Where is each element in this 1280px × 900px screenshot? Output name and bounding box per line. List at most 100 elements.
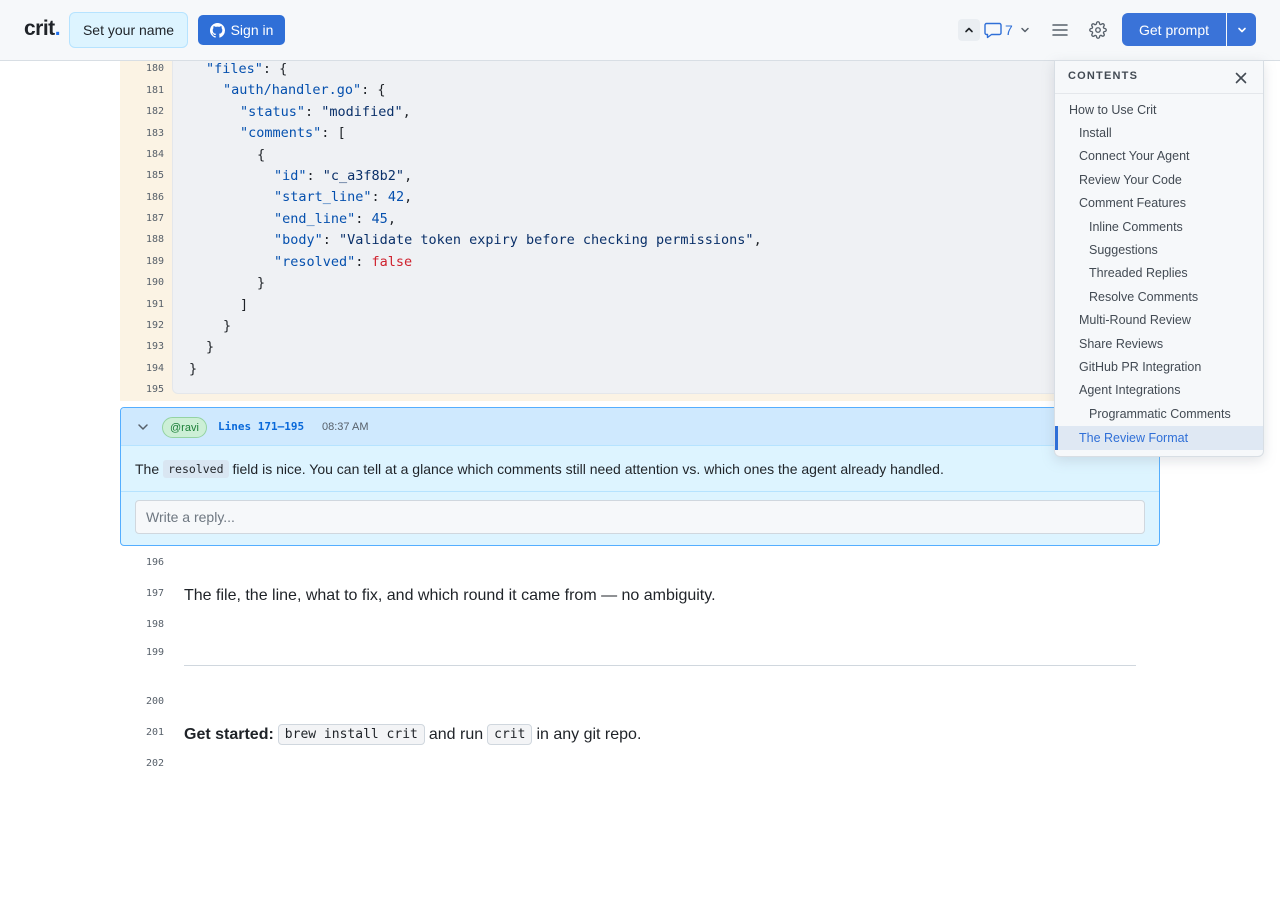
line-number[interactable]: 194: [120, 363, 164, 374]
code-line: "files": {: [206, 61, 288, 77]
prev-comment-button[interactable]: [958, 19, 980, 41]
logo-text: crit: [24, 17, 55, 40]
line-number[interactable]: 202: [120, 758, 164, 769]
next-comment-button[interactable]: [1016, 21, 1034, 39]
code-line: {: [257, 147, 266, 163]
horizontal-rule: [184, 665, 1136, 666]
code-line: ]: [240, 297, 249, 313]
line-number[interactable]: 183: [120, 128, 164, 139]
toc-item[interactable]: Suggestions: [1055, 243, 1263, 257]
line-number[interactable]: 192: [120, 320, 164, 331]
toc-item[interactable]: How to Use Crit: [1055, 103, 1263, 117]
list-icon: [1052, 24, 1068, 36]
github-icon: [209, 22, 225, 38]
code-line: "auth/handler.go": {: [223, 82, 386, 98]
comment-line-range[interactable]: Lines 171–195: [218, 420, 304, 433]
comment-body: The resolved field is nice. You can tell…: [135, 460, 944, 478]
toc-item[interactable]: Share Reviews: [1055, 337, 1263, 351]
collapse-chevron-icon[interactable]: [136, 420, 150, 434]
json-key: "comments": [240, 125, 322, 141]
toc-item[interactable]: Agent Integrations: [1055, 383, 1263, 397]
line-number[interactable]: 197: [120, 588, 164, 599]
toc-item[interactable]: Resolve Comments: [1055, 290, 1263, 304]
logo-dot: .: [54, 17, 61, 40]
line-number[interactable]: 180: [120, 63, 164, 74]
line-number[interactable]: 182: [120, 106, 164, 117]
toc-item[interactable]: Review Your Code: [1055, 173, 1263, 187]
line-number[interactable]: 196: [120, 557, 164, 568]
code-line: "comments": [: [240, 125, 346, 141]
code-line: "start_line": 42,: [274, 189, 413, 205]
code-line: }: [206, 339, 215, 355]
toc-item[interactable]: Programmatic Comments: [1055, 407, 1263, 421]
json-key: "status": [240, 104, 306, 120]
toc-item[interactable]: Install: [1055, 126, 1263, 140]
chevron-down-icon: [1237, 27, 1246, 32]
github-sign-in-button[interactable]: Sign in: [198, 15, 285, 45]
bold-text: Get started:: [184, 725, 274, 743]
divider: [1055, 93, 1263, 94]
toc-item[interactable]: The Review Format: [1055, 426, 1263, 450]
get-prompt-button[interactable]: Get prompt: [1122, 13, 1226, 46]
app-header: crit. Set your name Sign in 7 Get prompt: [0, 0, 1280, 61]
toc-item[interactable]: Connect Your Agent: [1055, 149, 1263, 163]
line-number[interactable]: 189: [120, 256, 164, 267]
line-number[interactable]: 190: [120, 277, 164, 288]
line-number[interactable]: 191: [120, 299, 164, 310]
comment-thread: @ravi Lines 171–195 08:37 AM The resolve…: [120, 407, 1160, 546]
get-prompt-dropdown-button[interactable]: [1227, 13, 1256, 46]
crit-logo[interactable]: crit.: [24, 17, 61, 41]
comment-header: @ravi Lines 171–195 08:37 AM: [121, 408, 1159, 446]
json-key: "body": [274, 232, 323, 248]
json-boolean: false: [371, 254, 413, 270]
line-number[interactable]: 193: [120, 341, 164, 352]
line-number[interactable]: 188: [120, 234, 164, 245]
code-line: "end_line": 45,: [274, 211, 396, 227]
toc-title: CONTENTS: [1068, 70, 1139, 82]
comment-text: field is nice. You can tell at a glance …: [232, 461, 944, 477]
settings-button[interactable]: [1088, 20, 1108, 40]
inline-code: brew install crit: [277, 724, 425, 745]
toc-item[interactable]: Comment Features: [1055, 196, 1263, 210]
line-number[interactable]: 198: [120, 619, 164, 630]
toc-item[interactable]: GitHub PR Integration: [1055, 360, 1263, 374]
divider: [121, 491, 1159, 492]
json-key: "end_line": [274, 211, 356, 227]
json-string: "modified": [321, 104, 403, 120]
json-string: "Validate token expiry before checking p…: [339, 232, 754, 248]
json-key: "resolved": [274, 254, 356, 270]
close-icon: [1235, 72, 1247, 84]
text: and run: [428, 725, 484, 743]
code-line: }: [189, 361, 198, 377]
line-number[interactable]: 187: [120, 213, 164, 224]
chevron-down-icon: [1021, 27, 1029, 33]
line-number[interactable]: 186: [120, 192, 164, 203]
paragraph: The file, the line, what to fix, and whi…: [184, 587, 716, 604]
reply-input[interactable]: Write a reply...: [135, 500, 1145, 534]
line-number[interactable]: 185: [120, 170, 164, 181]
line-number[interactable]: 200: [120, 696, 164, 707]
gear-icon: [1089, 21, 1107, 39]
set-name-button[interactable]: Set your name: [69, 12, 188, 48]
line-number[interactable]: 201: [120, 727, 164, 738]
json-key: "start_line": [274, 189, 372, 205]
toc-item[interactable]: Inline Comments: [1055, 220, 1263, 234]
code-line: "status": "modified",: [240, 104, 411, 120]
line-number-gutter: 180 181 182 183 184 185 186 187 188 189 …: [120, 61, 172, 401]
code-block: 180 181 182 183 184 185 186 187 188 189 …: [120, 61, 1055, 401]
code-line: "id": "c_a3f8b2",: [274, 168, 413, 184]
code-line: "body": "Validate token expiry before ch…: [274, 232, 762, 248]
text: in any git repo.: [536, 725, 642, 743]
table-of-contents-panel: CONTENTS How to Use Crit Install Connect Y…: [1054, 60, 1264, 457]
comment-count-button[interactable]: 7: [984, 19, 1013, 41]
toc-item[interactable]: Multi-Round Review: [1055, 313, 1263, 327]
line-number[interactable]: 181: [120, 85, 164, 96]
toc-item[interactable]: Threaded Replies: [1055, 266, 1263, 280]
line-number[interactable]: 195: [120, 384, 164, 395]
get-started-paragraph: Get started: brew install crit and run c…: [184, 724, 641, 745]
line-number[interactable]: 184: [120, 149, 164, 160]
line-number[interactable]: 199: [120, 647, 164, 658]
close-toc-button[interactable]: [1232, 69, 1250, 87]
table-of-contents-button[interactable]: [1050, 20, 1070, 40]
comment-text: The: [135, 461, 160, 477]
